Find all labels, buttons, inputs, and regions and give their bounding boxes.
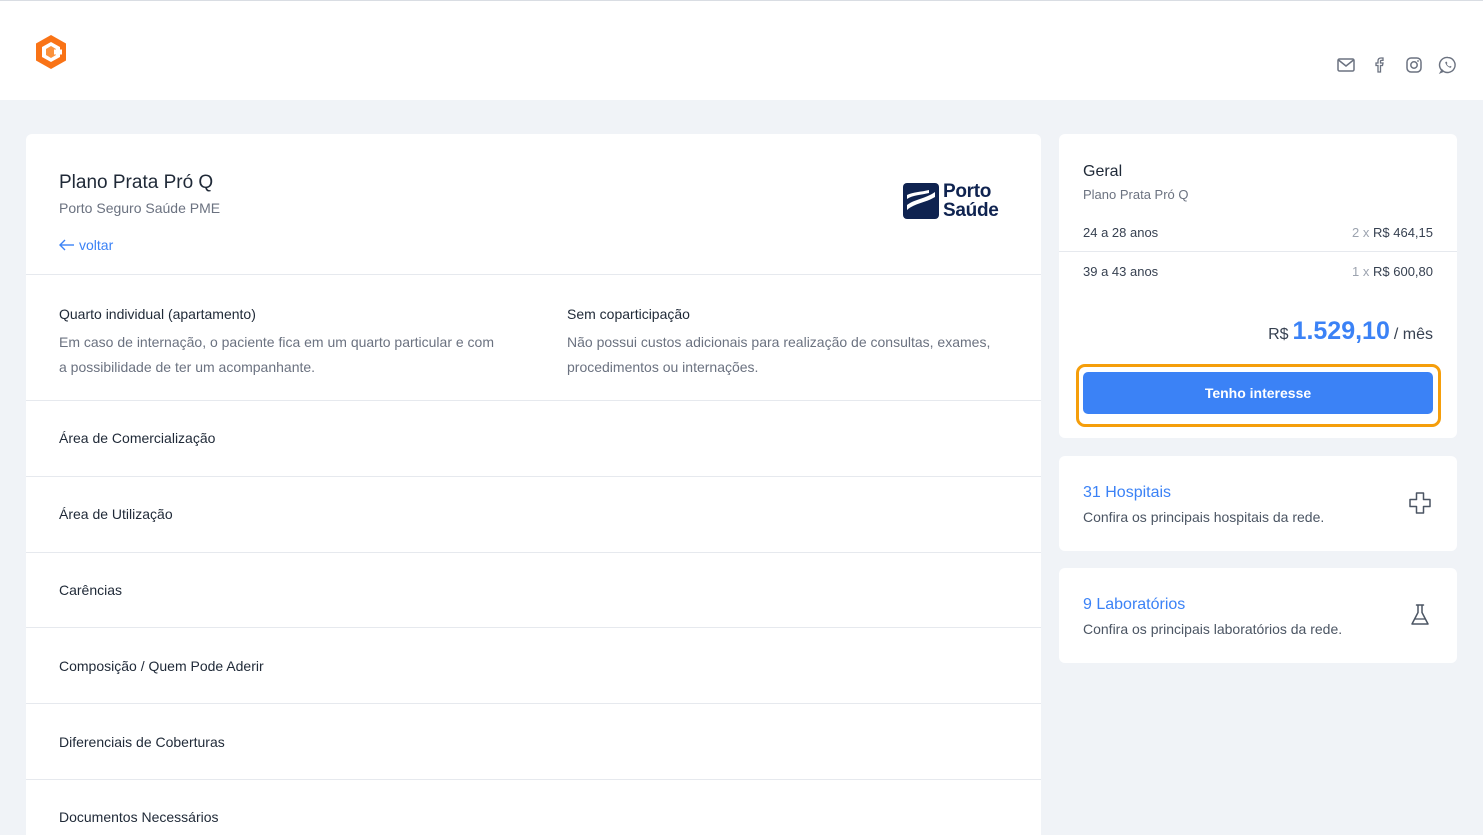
accordion-item-area-utilizacao[interactable]: Área de Utilização [26,477,1041,553]
feature-title: Quarto individual (apartamento) [59,306,256,322]
facebook-icon[interactable] [1369,54,1391,76]
age-multiplier: 2 x [1352,225,1370,240]
porto-saude-logo-icon [903,183,939,219]
back-link[interactable]: voltar [59,237,113,253]
plan-header: Plano Prata Pró Q Porto Seguro Saúde PME… [26,134,1041,275]
social-links [1335,54,1459,76]
operator-logo-line1: Porto [943,181,992,202]
plan-features: Quarto individual (apartamento) Em caso … [26,275,1041,401]
feature-title: Sem coparticipação [567,306,690,322]
arrow-left-icon [59,239,74,251]
hospitals-link[interactable]: 31 Hospitais [1083,484,1171,502]
back-link-label: voltar [79,237,114,253]
details-accordion: Área de Comercialização Área de Utilizaç… [26,401,1041,835]
summary-title: Geral [1083,163,1123,180]
total-period: / mês [1393,326,1433,343]
age-unit-price: R$ 600,80 [1373,263,1433,279]
feature-description: Em caso de internação, o paciente fica e… [59,334,494,375]
age-range: 24 a 28 anos [1083,225,1159,240]
accordion-item-diferenciais[interactable]: Diferenciais de Coberturas [26,704,1041,780]
accordion-item-composicao[interactable]: Composição / Quem Pode Aderir [26,628,1041,705]
laboratories-description: Confira os principais laboratórios da re… [1083,621,1343,637]
feature-copayment: Sem coparticipação Não possui custos adi… [567,306,1012,380]
age-price: 1 x R$ 600,80 [1352,264,1433,279]
whatsapp-icon[interactable] [1437,54,1459,76]
operator-logo-line2: Saúde [943,200,999,221]
instagram-icon[interactable] [1403,54,1425,76]
feature-description: Não possui custos adicionais para realiz… [567,334,991,375]
operator-logo: Porto Saúde [903,182,999,220]
plan-title: Plano Prata Pró Q [59,172,214,193]
price-summary-card: Geral Plano Prata Pró Q 24 a 28 anos 2 x… [1059,134,1457,438]
plan-details-card: Plano Prata Pró Q Porto Seguro Saúde PME… [26,134,1041,835]
interest-button[interactable]: Tenho interesse [1083,372,1433,414]
accordion-item-carencias[interactable]: Carências [26,553,1041,629]
laboratories-link[interactable]: 9 Laboratórios [1083,596,1185,614]
medical-cross-icon [1409,492,1431,514]
hospitals-description: Confira os principais hospitais da rede. [1083,509,1325,525]
accordion-item-documentos[interactable]: Documentos Necessários [26,780,1041,835]
plan-operator: Porto Seguro Saúde PME [59,200,221,216]
accordion-item-area-comercializacao[interactable]: Área de Comercialização [26,401,1041,477]
feature-accommodation: Quarto individual (apartamento) Em caso … [59,306,504,380]
operator-logo-text: Porto Saúde [943,182,999,220]
total-amount: 1.529,10 [1292,317,1390,345]
laboratories-card[interactable]: 9 Laboratórios Confira os principais lab… [1059,568,1457,663]
summary-plan-name: Plano Prata Pró Q [1083,187,1189,202]
top-header [0,0,1483,100]
hospitals-card[interactable]: 31 Hospitais Confira os principais hospi… [1059,456,1457,551]
age-price-row: 24 a 28 anos 2 x R$ 464,15 [1059,214,1457,252]
total-currency: R$ [1268,326,1289,343]
age-range: 39 a 43 anos [1083,263,1159,279]
brand-logo[interactable] [34,34,68,70]
age-multiplier: 1 x [1352,263,1370,279]
mail-icon[interactable] [1335,54,1357,76]
monthly-total: R$ 1.529,10 / mês [1268,317,1433,346]
age-price: 2 x R$ 464,15 [1352,225,1433,240]
age-price-row: 39 a 43 anos 1 x R$ 600,80 [1059,252,1457,290]
flask-icon [1411,604,1429,625]
age-unit-price: R$ 464,15 [1373,225,1433,240]
